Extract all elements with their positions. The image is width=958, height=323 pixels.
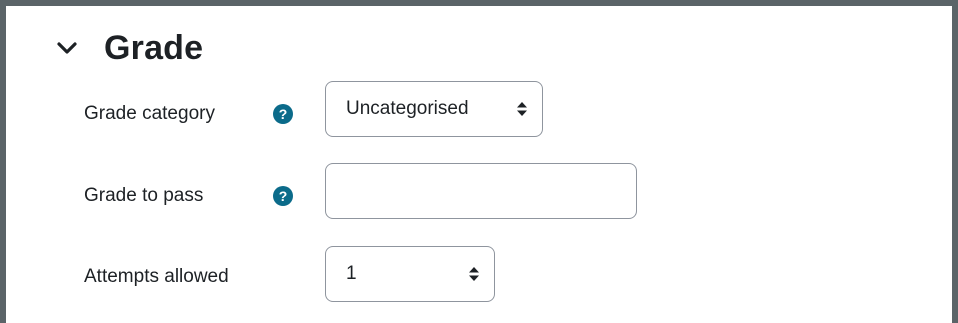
grade-category-help-icon[interactable]: ?	[273, 104, 293, 124]
grade-to-pass-row: Grade to pass	[84, 181, 203, 211]
grade-to-pass-help-icon[interactable]: ?	[273, 186, 293, 206]
grade-category-row: Grade category	[84, 99, 215, 129]
attempts-allowed-select[interactable]: 1	[325, 246, 495, 302]
grade-category-label: Grade category	[84, 103, 215, 124]
attempts-allowed-label: Attempts allowed	[84, 266, 229, 287]
grade-to-pass-label: Grade to pass	[84, 185, 204, 206]
grade-category-select[interactable]: Uncategorised	[325, 81, 543, 137]
grade-section-toggle[interactable]: Grade	[54, 26, 203, 70]
grade-section: Grade Grade category ? Uncategorised Gra…	[0, 0, 958, 323]
attempts-allowed-row: Attempts allowed	[84, 262, 229, 292]
grade-to-pass-input[interactable]	[325, 163, 637, 219]
grade-category-value: Uncategorised	[346, 98, 469, 119]
chevron-down-icon[interactable]	[54, 35, 80, 61]
attempts-allowed-value: 1	[346, 263, 357, 284]
sort-arrows-icon	[516, 100, 528, 118]
sort-arrows-icon	[468, 265, 480, 283]
section-title: Grade	[104, 28, 204, 67]
